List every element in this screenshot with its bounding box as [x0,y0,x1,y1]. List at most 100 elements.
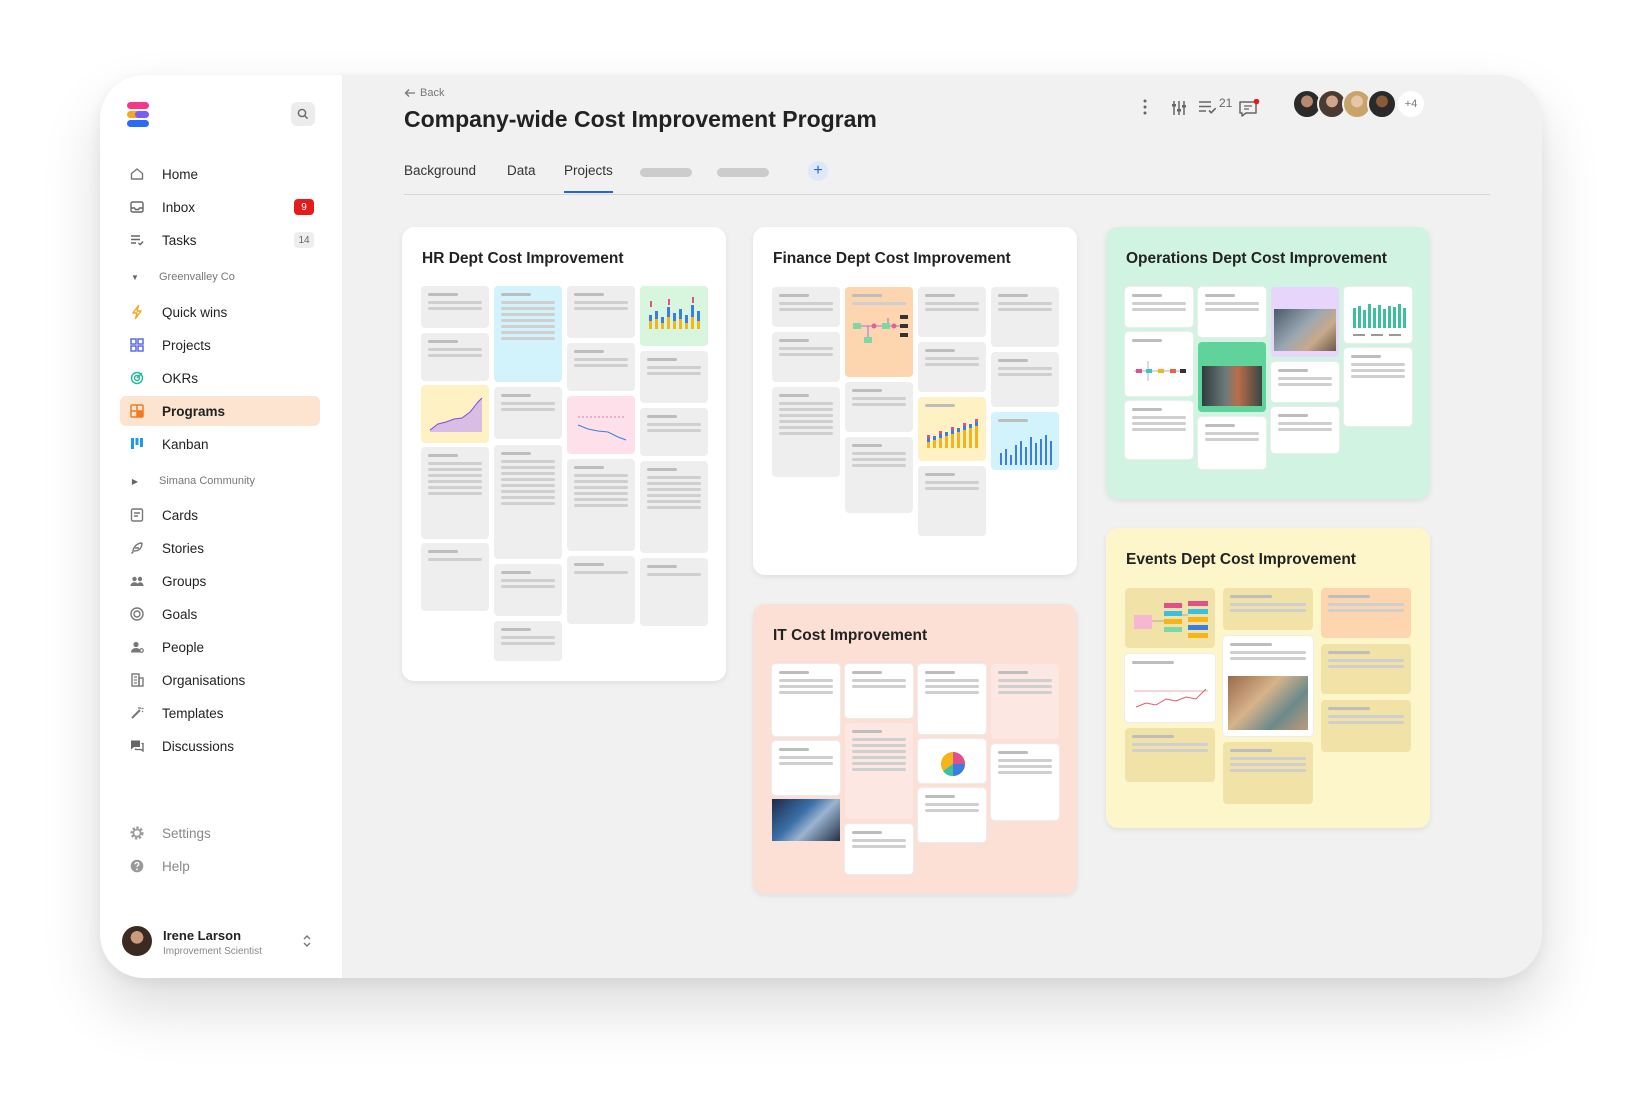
board-item [991,352,1059,407]
back-link[interactable]: Back [404,87,444,99]
add-tab-button[interactable]: + [808,161,828,181]
board-item [918,287,986,337]
card-title: IT Cost Improvement [773,627,928,644]
card-title: Operations Dept Cost Improvement [1126,250,1387,267]
board-item [567,343,635,391]
board-item-photo [1198,342,1266,412]
caret-down-icon: ▼ [131,272,139,282]
sidebar-item-programs[interactable]: Programs [120,396,320,426]
project-card-finance[interactable]: Finance Dept Cost Improvement [753,227,1077,575]
board-item-chart [1125,654,1215,722]
sidebar-item-settings[interactable]: Settings [120,818,320,848]
arrow-left-icon [404,89,415,97]
board-item [918,664,986,734]
sidebar-item-people[interactable]: People [120,632,320,662]
board-item [845,382,913,432]
tab-projects[interactable]: Projects [564,163,613,193]
board-item [1198,287,1266,337]
search-button[interactable] [291,102,315,126]
sidebar-item-label: People [162,639,205,655]
section-label: Simana Community [159,475,255,487]
sidebar-item-discussions[interactable]: Discussions [120,731,320,761]
board-item [991,287,1059,347]
sidebar-item-label: Groups [162,573,207,589]
board-item [1271,362,1339,402]
sidebar-item-inbox[interactable]: Inbox 9 [120,192,320,222]
sidebar-item-label: Projects [162,337,211,353]
board-item [640,351,708,403]
tab-placeholder[interactable] [717,168,769,177]
sidebar-item-label: Kanban [162,436,209,452]
sidebar-item-stories[interactable]: Stories [120,533,320,563]
project-card-hr[interactable]: HR Dept Cost Improvement [402,227,726,681]
tasks-count-badge: 14 [294,232,314,248]
section-header-greenvalley[interactable]: ▼ Greenvalley Co [128,267,235,287]
board-item [845,723,913,819]
project-card-it[interactable]: IT Cost Improvement [753,604,1077,894]
board-item [421,543,489,611]
sidebar-item-goals[interactable]: Goals [120,599,320,629]
target-icon [120,370,154,386]
board-item [1223,588,1313,630]
sidebar-item-label: Goals [162,606,198,622]
sidebar-item-quick-wins[interactable]: Quick wins [120,297,320,327]
filters-button[interactable] [1170,93,1192,123]
event-photo [1228,676,1308,730]
tasks-icon [120,232,154,248]
more-options-button[interactable] [1142,93,1162,123]
board-item-chart [918,397,986,461]
avatar[interactable] [1367,89,1397,119]
sidebar-item-templates[interactable]: Templates [120,698,320,728]
avatar [122,926,152,956]
board-item [991,744,1059,820]
sidebar-item-help[interactable]: Help [120,851,320,881]
tab-placeholder[interactable] [640,168,692,177]
board-item [991,664,1059,739]
board-item [1321,700,1411,752]
sidebar-item-tasks[interactable]: Tasks 14 [120,225,320,255]
sidebar-item-projects[interactable]: Projects [120,330,320,360]
board-item [1125,401,1193,459]
sidebar-item-home[interactable]: Home [120,159,320,189]
page-title: Company-wide Cost Improvement Program [404,106,877,132]
sidebar-item-label: Programs [162,403,226,419]
tab-background[interactable]: Background [404,163,476,193]
plus-icon: + [813,162,823,179]
board-item [772,332,840,382]
tab-bar: Background Data Projects + [404,155,1490,195]
sidebar: Home Inbox 9 Tasks 14 ▼ Greenvalley Co Q… [100,75,342,978]
tab-data[interactable]: Data [507,163,536,193]
board-item [494,387,562,439]
project-card-events[interactable]: Events Dept Cost Improvement [1106,528,1430,828]
sidebar-item-label: OKRs [162,370,199,386]
board-item [1125,728,1215,782]
sidebar-item-cards[interactable]: Cards [120,500,320,530]
board-item [772,287,840,327]
sliders-icon [1172,101,1186,115]
help-icon [120,858,154,874]
card-title: Events Dept Cost Improvement [1126,551,1356,568]
sidebar-item-okrs[interactable]: OKRs [120,363,320,393]
board-item-chart [918,739,986,783]
inbox-count-badge: 9 [294,199,314,215]
discussions-button[interactable] [1238,93,1262,123]
project-card-operations[interactable]: Operations Dept Cost Improvement [1106,227,1430,499]
user-role: Improvement Scientist [163,946,262,957]
sidebar-item-organisations[interactable]: Organisations [120,665,320,695]
board-item [772,741,840,795]
board-item [1321,644,1411,694]
board-item [918,788,986,842]
wand-icon [120,705,154,721]
sidebar-item-groups[interactable]: Groups [120,566,320,596]
app-logo[interactable] [127,102,149,127]
board-item-diagram [845,287,913,377]
user-profile[interactable]: Irene Larson Improvement Scientist [122,924,322,960]
user-name: Irene Larson [163,928,242,943]
more-members-button[interactable]: +4 [1396,89,1426,119]
sidebar-item-label: Quick wins [162,304,228,320]
board-item [845,664,913,718]
sidebar-item-label: Help [162,858,190,874]
back-label: Back [420,87,445,99]
section-header-simana[interactable]: ▶ Simana Community [128,471,255,491]
sidebar-item-kanban[interactable]: Kanban [120,429,320,459]
